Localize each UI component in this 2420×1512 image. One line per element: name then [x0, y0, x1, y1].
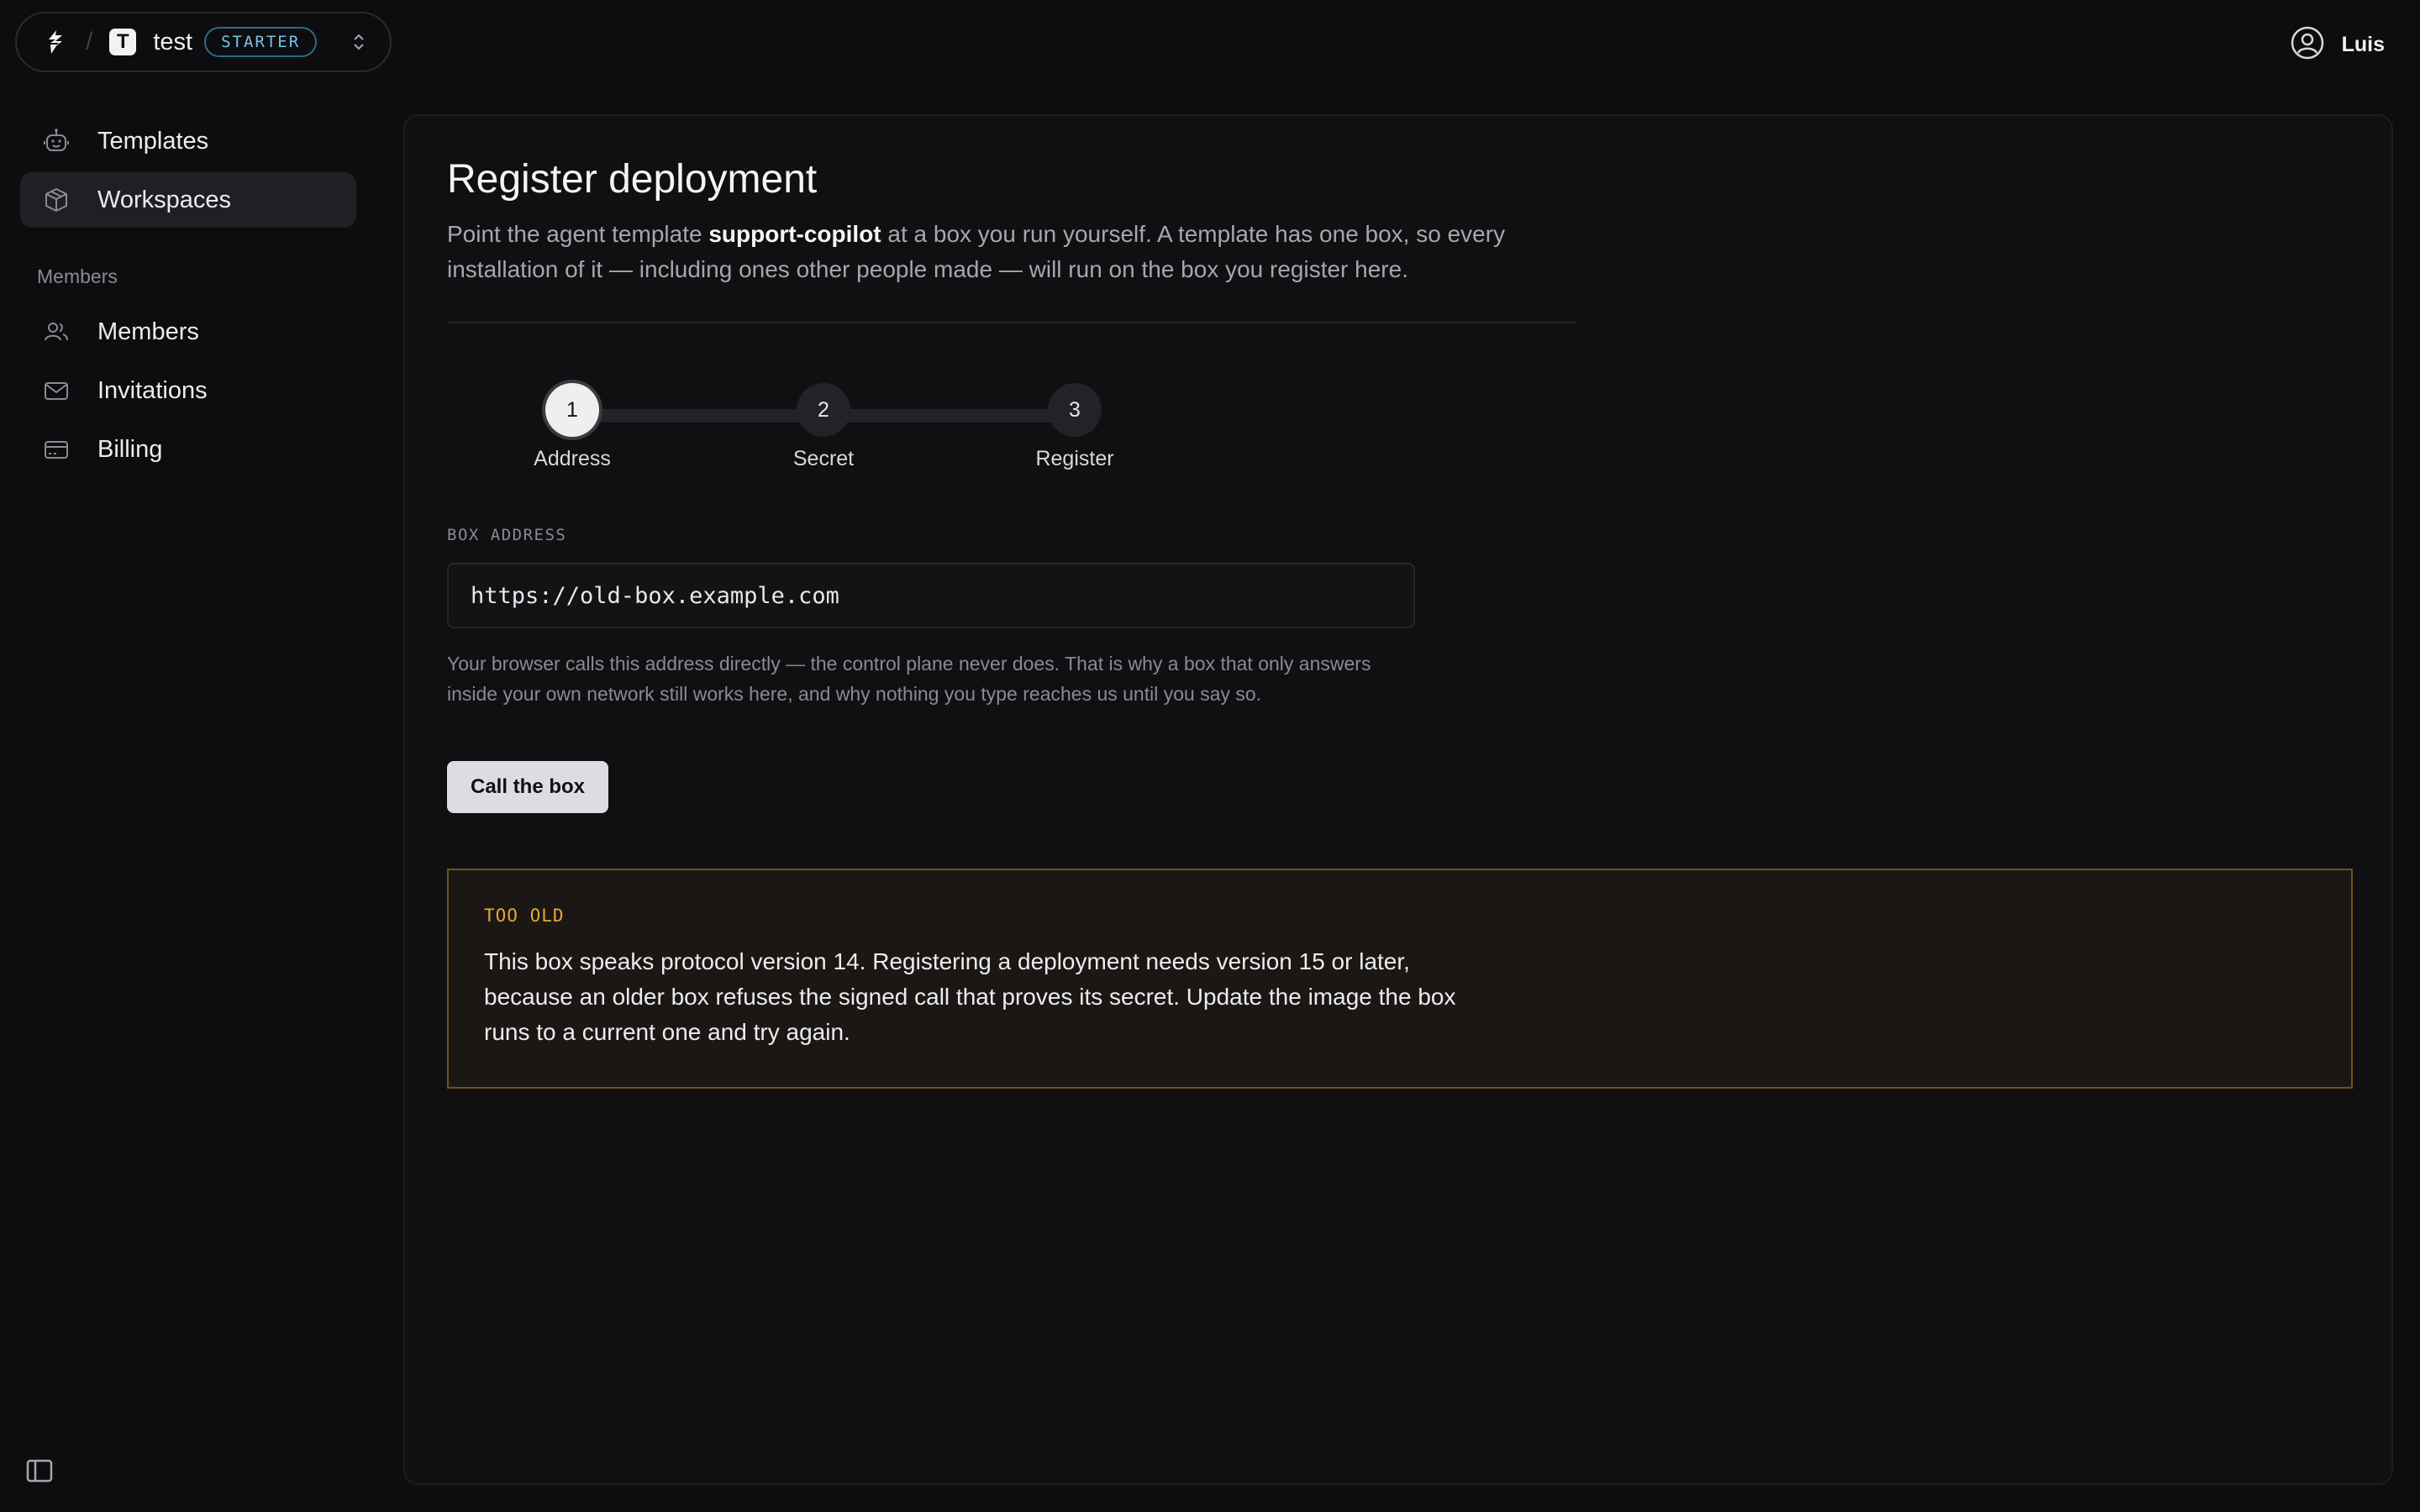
step-label: Address [534, 447, 611, 470]
step-number: 3 [1048, 383, 1102, 437]
step-address: 1 Address [446, 383, 698, 471]
step-number: 1 [545, 383, 599, 437]
sidebar-section-label: Members [37, 265, 118, 287]
robot-icon [40, 125, 72, 157]
sidebar-item-templates[interactable]: Templates [20, 113, 356, 169]
user-avatar-icon [2290, 25, 2325, 65]
box-address-label: BOX ADDRESS [447, 526, 567, 544]
step-label: Secret [792, 447, 855, 470]
call-box-button[interactable]: Call the box [447, 761, 608, 813]
warning-callout: TOO OLD This box speaks protocol version… [447, 869, 2353, 1089]
sidebar-toggle-icon[interactable] [25, 1458, 55, 1489]
workspace-avatar: T [109, 29, 137, 55]
warning-message: This box speaks protocol version 14. Reg… [484, 948, 1456, 1045]
box-icon [40, 184, 72, 216]
stepper: 1 Address 2 Secret 3 Register [447, 383, 1203, 475]
step-label: Register [1035, 447, 1114, 470]
warning-tag: TOO OLD [484, 906, 565, 926]
sidebar-item-members[interactable]: Members [20, 304, 356, 360]
mail-icon [40, 375, 72, 407]
field-help-text: Your browser calls this address directly… [447, 653, 1371, 705]
sidebar-item-label: Workspaces [97, 186, 232, 213]
breadcrumb-separator: / [86, 28, 93, 55]
credit-card-icon [40, 433, 72, 465]
sidebar-item-label: Billing [97, 435, 163, 463]
page-title: Register deployment [447, 157, 818, 202]
sidebar-item-billing[interactable]: Billing [20, 422, 356, 477]
step-number: 2 [797, 383, 850, 437]
sidebar-item-label: Members [97, 318, 199, 345]
page-description: Point the agent template support-copilot… [447, 217, 1607, 287]
sidebar-item-workspaces[interactable]: Workspaces [20, 172, 356, 228]
sidebar-item-invitations[interactable]: Invitations [20, 363, 356, 418]
users-icon [40, 316, 72, 348]
step-secret: 2 Secret [697, 383, 950, 471]
workspace-name: test [153, 28, 193, 55]
divider [447, 322, 1576, 323]
main-panel: Register deployment Point the agent temp… [403, 114, 2393, 1485]
chevron-up-down-icon[interactable] [351, 32, 366, 52]
user-menu[interactable]: Luis [2290, 25, 2385, 65]
sidebar-item-label: Templates [97, 127, 209, 155]
logo-icon [42, 28, 71, 56]
sidebar-item-label: Invitations [97, 376, 208, 404]
description-prefix: Point the agent template [447, 221, 709, 247]
template-name: support-copilot [708, 221, 881, 247]
user-name: Luis [2341, 33, 2385, 56]
step-register: 3 Register [949, 383, 1201, 471]
workspace-switcher[interactable]: / T test STARTER [15, 12, 392, 72]
app: / T test STARTER Luis Templates Workspac… [0, 0, 2420, 1512]
plan-badge: STARTER [204, 27, 318, 57]
box-address-input[interactable] [447, 563, 1415, 628]
